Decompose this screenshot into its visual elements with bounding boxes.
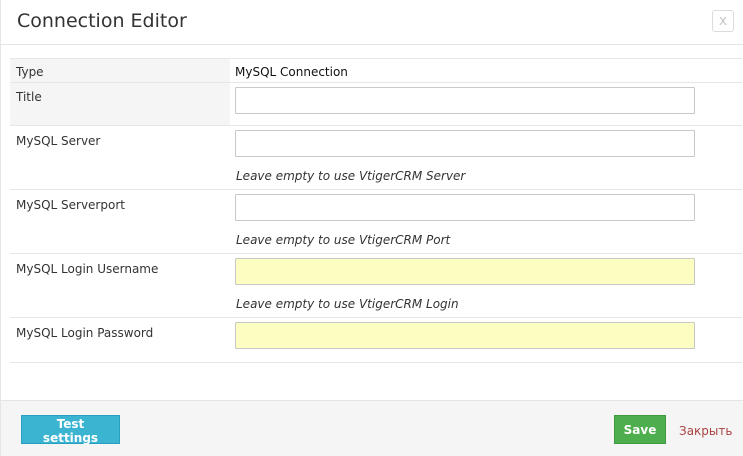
username-input[interactable] bbox=[235, 258, 695, 285]
dialog-title: Connection Editor bbox=[17, 10, 187, 32]
test-settings-button[interactable]: Test settings bbox=[21, 415, 120, 445]
save-button[interactable]: Save bbox=[614, 415, 666, 444]
connection-form: Type MySQL Connection Title MySQL Server… bbox=[10, 58, 742, 363]
server-hint: Leave empty to use VtigerCRM Server bbox=[236, 169, 466, 183]
type-label: Type bbox=[10, 59, 230, 82]
password-row: MySQL Login Password bbox=[10, 318, 742, 363]
username-label: MySQL Login Username bbox=[16, 262, 159, 276]
dialog-header: Connection Editor x bbox=[1, 0, 743, 45]
title-input[interactable] bbox=[235, 87, 695, 114]
port-label: MySQL Serverport bbox=[16, 198, 125, 212]
server-input[interactable] bbox=[235, 130, 695, 157]
dialog-footer: Test settings Save Закрыть bbox=[1, 400, 743, 456]
username-row: MySQL Login Username Leave empty to use … bbox=[10, 254, 742, 318]
connection-editor-dialog: Connection Editor x Type MySQL Connectio… bbox=[0, 0, 743, 456]
close-link[interactable]: Закрыть bbox=[679, 424, 732, 438]
port-input[interactable] bbox=[235, 194, 695, 221]
server-label: MySQL Server bbox=[16, 134, 101, 148]
title-row: Title bbox=[10, 83, 742, 126]
title-label: Title bbox=[10, 83, 230, 125]
password-input[interactable] bbox=[235, 322, 695, 349]
close-button[interactable]: x bbox=[712, 10, 734, 32]
type-row: Type MySQL Connection bbox=[10, 58, 742, 83]
port-hint: Leave empty to use VtigerCRM Port bbox=[236, 233, 451, 247]
type-value: MySQL Connection bbox=[235, 65, 348, 79]
password-label: MySQL Login Password bbox=[16, 326, 154, 340]
server-row: MySQL Server Leave empty to use VtigerCR… bbox=[10, 126, 742, 190]
username-hint: Leave empty to use VtigerCRM Login bbox=[236, 297, 459, 311]
port-row: MySQL Serverport Leave empty to use Vtig… bbox=[10, 190, 742, 254]
